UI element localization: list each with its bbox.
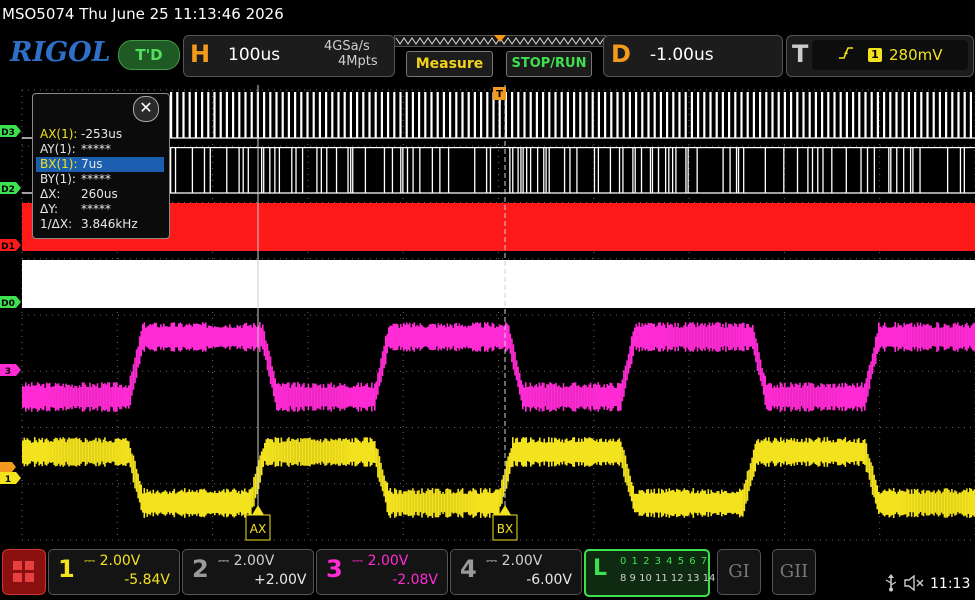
cursor-readout-key: ΔY:	[40, 202, 58, 216]
d1-label-text: D1	[1, 242, 15, 252]
dc-coupling-icon: ⎓	[352, 553, 368, 569]
trigger-marker-label: T	[496, 89, 503, 100]
cursor-readout-row[interactable]: AY(1): *****	[36, 142, 164, 157]
channel-1-marker-text: 1	[5, 475, 11, 485]
cursor-readout-key: 1/ΔX:	[40, 217, 73, 231]
cursor-readout-key: AY(1):	[40, 142, 76, 156]
cursor-readout-row[interactable]: BX(1): 7us	[36, 157, 164, 172]
cursor-readout-row[interactable]: AX(1): -253us	[36, 127, 164, 142]
cursor-readout-value: *****	[81, 142, 111, 156]
cursor-readout-value: -253us	[81, 127, 123, 141]
trigger-status-badge[interactable]: T'D	[118, 40, 180, 70]
cursor-readout-row[interactable]: 1/ΔX: 3.846kHz	[36, 217, 164, 232]
cursor-readout-key: BY(1):	[40, 172, 76, 186]
channel-scale-value: 2.00V	[501, 553, 543, 569]
generator-1-button[interactable]: GI	[717, 549, 761, 595]
cursor-readout-value: *****	[81, 202, 111, 216]
rigol-logo: RIGOL	[10, 37, 111, 68]
logic-channels-8-15: 8 9 10 11 12 13 14 15	[620, 573, 732, 584]
device-title: MSO5074 Thu June 25 11:13:46 2026	[2, 5, 284, 23]
cursor-readout-key: AX(1):	[40, 127, 78, 141]
cursor-readout-row[interactable]: BY(1): *****	[36, 172, 164, 187]
cursor-readout-value: 3.846kHz	[81, 217, 138, 231]
channel-number: 3	[326, 555, 343, 583]
trigger-letter: T	[792, 40, 809, 68]
channel-3-marker-text: 3	[5, 367, 11, 377]
cursor-readout-key: ΔX:	[40, 187, 61, 201]
cursor-readout-row[interactable]: ΔX: 260us	[36, 187, 164, 202]
logic-channels-0-7: 0 1 2 3 4 5 6 7	[620, 556, 709, 567]
dc-coupling-icon: ⎓	[218, 553, 234, 569]
usb-icon	[884, 574, 898, 597]
trigger-level: 280mV	[889, 46, 943, 64]
d3-label-text: D3	[1, 128, 15, 138]
channel-scale: ⎓ 2.00V	[218, 553, 274, 569]
dc-coupling-icon: ⎓	[84, 553, 100, 569]
sample-rate: 4GSa/s	[324, 39, 370, 54]
delay-letter: D	[611, 40, 631, 68]
close-icon[interactable]: ✕	[133, 96, 159, 122]
channel-scale: ⎓ 2.00V	[486, 553, 542, 569]
delay-value: -1.00us	[650, 45, 714, 65]
cursor-readout-value: *****	[81, 172, 111, 186]
memory-depth: 4Mpts	[338, 54, 378, 69]
memory-overview-bar[interactable]	[394, 35, 606, 47]
cursor-b-tag-label: BX	[497, 522, 513, 536]
title-bar: MSO5074 Thu June 25 11:13:46 2026	[0, 0, 975, 30]
cursor-readout-value: 260us	[81, 187, 118, 201]
stop-run-button[interactable]: STOP/RUN	[506, 51, 592, 77]
cursor-a-tag-label: AX	[250, 522, 266, 536]
d0-label-text: D0	[1, 299, 15, 309]
horizontal-letter: H	[190, 40, 211, 68]
channel-offset: +2.00V	[254, 572, 307, 588]
cursor-readout-key: BX(1):	[40, 157, 78, 171]
channel-scale: ⎓ 2.00V	[352, 553, 408, 569]
dc-coupling-icon: ⎓	[486, 553, 502, 569]
logic-analyzer-letter: L	[593, 556, 608, 581]
channel-number: 2	[192, 555, 209, 583]
generator-2-button[interactable]: GII	[772, 549, 816, 595]
channel-offset: -5.84V	[124, 572, 170, 588]
channel-offset: -2.08V	[392, 572, 438, 588]
measure-button[interactable]: Measure	[406, 51, 493, 77]
clock: 11:13	[930, 576, 971, 592]
trigger-source-badge: 1	[868, 48, 882, 62]
channel-scale-value: 2.00V	[99, 553, 141, 569]
channel-scale: ⎓ 2.00V	[84, 553, 140, 569]
trigger-position-marker: T	[493, 87, 506, 100]
channel-number: 4	[460, 555, 477, 583]
timebase-value: 100us	[228, 45, 281, 65]
channel-scale-value: 2.00V	[233, 553, 275, 569]
channel-offset: -6.00V	[526, 572, 572, 588]
channel-number: 1	[58, 555, 75, 583]
channel-scale-value: 2.00V	[367, 553, 409, 569]
cursor-readout-value: 7us	[81, 157, 103, 171]
rising-edge-icon	[838, 45, 854, 65]
cursor-readout-row[interactable]: ΔY: *****	[36, 202, 164, 217]
d2-label-text: D2	[1, 185, 15, 195]
menu-grid-icon	[13, 561, 34, 582]
main-menu-button[interactable]	[2, 549, 46, 595]
speaker-muted-icon[interactable]	[904, 574, 926, 595]
